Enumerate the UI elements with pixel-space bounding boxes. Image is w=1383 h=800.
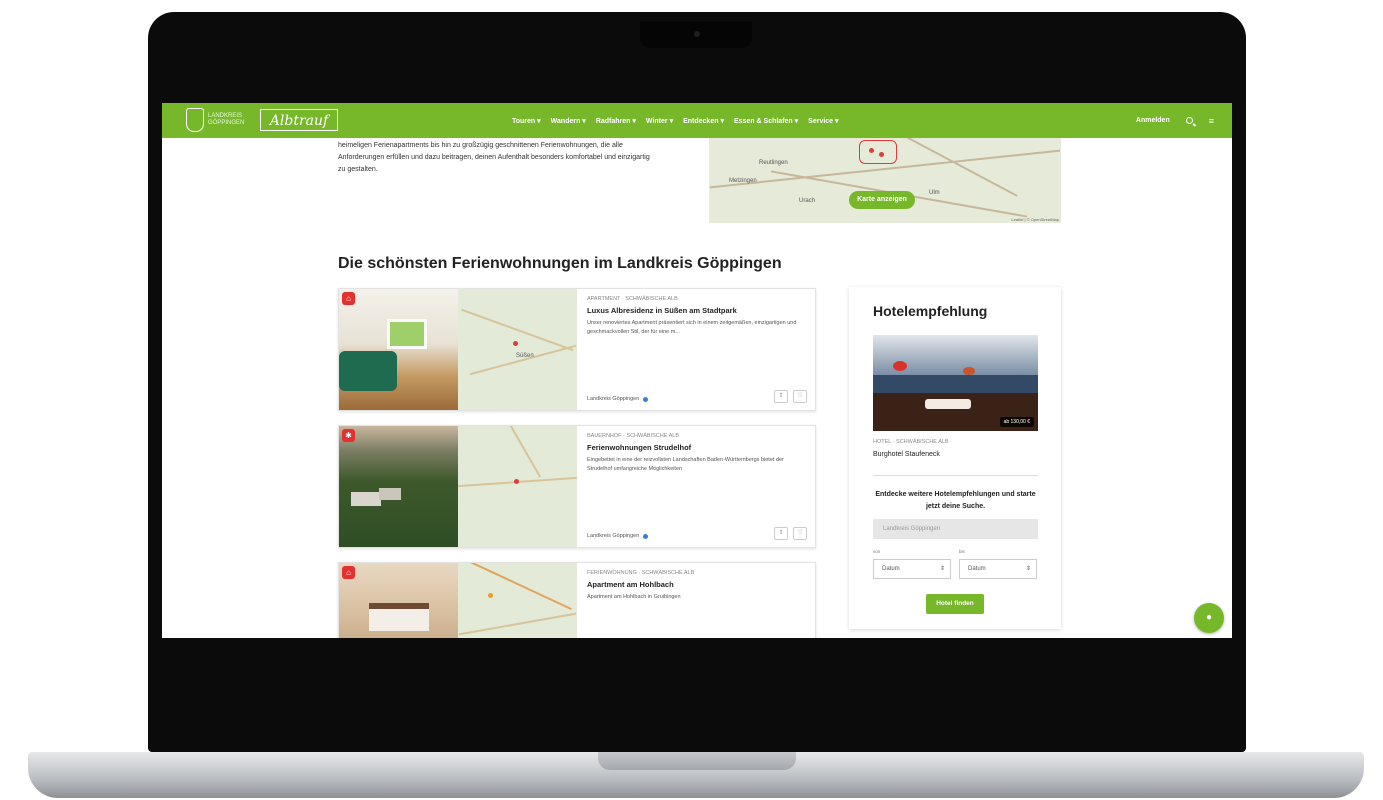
map-pin (514, 479, 519, 484)
from-date-field[interactable]: Datum ⇕ (873, 559, 951, 579)
from-date-value: Datum (882, 566, 900, 572)
screen: LANDKREIS GÖPPINGEN Albtrauf Touren ▾ Wa… (162, 103, 1232, 638)
to-date-field[interactable]: Datum ⇕ (959, 559, 1037, 579)
listing-actions: ⇧ ♡ (774, 527, 807, 540)
divider (873, 475, 1038, 476)
listing-description: Unser renoviertes Apartment präsentiert … (587, 320, 797, 335)
listing-card[interactable]: ✱ BAUERNHOF · SCHWÄBISCHE ALB Ferienwohn… (338, 425, 816, 548)
info-icon[interactable] (643, 396, 649, 402)
listing-category: APARTMENT · SCHWÄBISCHE ALB (587, 296, 678, 302)
listing-map[interactable]: Süßen (458, 289, 577, 410)
home-icon: ⌂ (342, 566, 355, 579)
listing-title[interactable]: Apartment am Hohlbach (587, 580, 807, 589)
landkreis-logo[interactable]: LANDKREIS GÖPPINGEN (186, 108, 252, 132)
listing-title[interactable]: Ferienwohnungen Strudelhof (587, 443, 807, 452)
hotel-name[interactable]: Burghotel Staufeneck (873, 451, 940, 458)
share-icon[interactable]: ⇧ (774, 527, 788, 540)
listing-category: FERIENWOHNUNG · SCHWÄBISCHE ALB (587, 570, 695, 576)
camera-icon (694, 31, 700, 37)
listing-location: Landkreis Göppingen (587, 396, 649, 402)
listing-location-text: Landkreis Göppingen (587, 396, 640, 402)
share-icon[interactable]: ⇧ (774, 390, 788, 403)
listing-photo[interactable]: ✱ (339, 426, 458, 547)
map-pin[interactable] (879, 152, 884, 157)
stepper-icon: ⇕ (939, 566, 945, 572)
listing-category: BAUERNHOF · SCHWÄBISCHE ALB (587, 433, 679, 439)
map-town-label: Süßen (516, 353, 534, 359)
hotel-location-input[interactable]: Landkreis Göppingen (873, 519, 1038, 539)
map-pin (513, 341, 518, 346)
map-pin[interactable] (869, 148, 874, 153)
to-date-value: Datum (968, 566, 986, 572)
listing-map[interactable] (458, 563, 577, 638)
navbar: LANDKREIS GÖPPINGEN Albtrauf Touren ▾ Wa… (162, 103, 1232, 138)
laptop-base-groove (598, 752, 796, 770)
listing-card[interactable]: ⌂ Süßen APARTMENT · SCHWÄBISCHE ALB Luxu… (338, 288, 816, 411)
nav-item-radfahren[interactable]: Radfahren ▾ (596, 117, 636, 125)
info-icon[interactable] (643, 533, 649, 539)
albtrauf-logo[interactable]: Albtrauf (260, 109, 338, 131)
map-town-label: Reutlingen (759, 160, 788, 166)
login-link[interactable]: Anmelden (1136, 117, 1170, 124)
search-icon[interactable] (1185, 117, 1193, 124)
nav-item-wandern[interactable]: Wandern ▾ (551, 117, 586, 125)
intro-text: heimeligen Ferienapartments bis hin zu g… (338, 142, 650, 173)
hotel-cta-text: Entdecke weitere Hotelempfehlungen und s… (875, 491, 1036, 510)
home-icon: ⌂ (342, 292, 355, 305)
find-hotel-button[interactable]: Hotel finden (926, 594, 984, 614)
main-menu: Touren ▾ Wandern ▾ Radfahren ▾ Winter ▾ … (512, 103, 839, 138)
listing-photo[interactable]: ⌂ (339, 289, 458, 410)
map-town-label: Metzingen (729, 178, 757, 184)
chat-button[interactable]: ● (1194, 603, 1224, 633)
crest-icon (186, 108, 204, 132)
listing-info: APARTMENT · SCHWÄBISCHE ALB Luxus Albres… (587, 296, 807, 337)
map-pin (488, 593, 493, 598)
hotel-photo[interactable]: ab 130,00 € (873, 335, 1038, 431)
nav-item-service[interactable]: Service ▾ (808, 117, 838, 125)
nav-item-entdecken[interactable]: Entdecken ▾ (683, 117, 724, 125)
listing-map[interactable] (458, 426, 577, 547)
farm-icon: ✱ (342, 429, 355, 442)
chat-icon: ● (1205, 612, 1213, 623)
listing-card[interactable]: ⌂ FERIENWOHNUNG · SCHWÄBISCHE ALB Apartm… (338, 562, 816, 638)
menu-icon[interactable]: ≡ (1209, 116, 1214, 126)
stepper-icon: ⇕ (1025, 566, 1031, 572)
from-label: von (873, 549, 881, 554)
hotel-price: ab 130,00 € (999, 417, 1034, 427)
listing-actions: ⇧ ♡ (774, 390, 807, 403)
bookmark-icon[interactable]: ♡ (793, 527, 807, 540)
nav-actions: Anmelden ≡ (1136, 103, 1214, 138)
hotel-recommendation: Hotelempfehlung ab 130,00 € HOTEL · SCHW… (849, 287, 1061, 629)
listing-photo[interactable]: ⌂ (339, 563, 458, 638)
nav-item-touren[interactable]: Touren ▾ (512, 117, 541, 125)
landkreis-logo-text: LANDKREIS GÖPPINGEN (208, 113, 245, 126)
listing-info: FERIENWOHNUNG · SCHWÄBISCHE ALB Apartmen… (587, 570, 807, 602)
listing-description: Eingebettet in eine der reizvollsten Lan… (587, 457, 784, 472)
hotel-box-title: Hotelempfehlung (873, 303, 988, 319)
section-title: Die schönsten Ferienwohnungen im Landkre… (338, 255, 782, 272)
nav-item-winter[interactable]: Winter ▾ (646, 117, 673, 125)
show-map-button[interactable]: Karte anzeigen (849, 191, 915, 209)
map-attribution: Leaflet | © OpenStreetMap (1011, 217, 1059, 222)
nav-item-essen-schlafen[interactable]: Essen & Schlafen ▾ (734, 117, 798, 125)
listing-title[interactable]: Luxus Albresidenz in Süßen am Stadtpark (587, 306, 807, 315)
to-label: bis (959, 549, 965, 554)
overview-map[interactable]: Reutlingen Metzingen Ulm Urach Karte anz… (709, 138, 1061, 223)
listing-info: BAUERNHOF · SCHWÄBISCHE ALB Ferienwohnun… (587, 433, 807, 474)
listing-description: Apartment am Hohlbach in Gruibingen (587, 594, 681, 600)
map-town-label: Ulm (929, 190, 940, 196)
bookmark-icon[interactable]: ♡ (793, 390, 807, 403)
map-town-label: Urach (799, 198, 816, 204)
listing-location-text: Landkreis Göppingen (587, 533, 640, 539)
hotel-category: HOTEL · SCHWÄBISCHE ALB (873, 439, 949, 445)
region-outline (859, 140, 897, 164)
listing-location: Landkreis Göppingen (587, 533, 649, 539)
